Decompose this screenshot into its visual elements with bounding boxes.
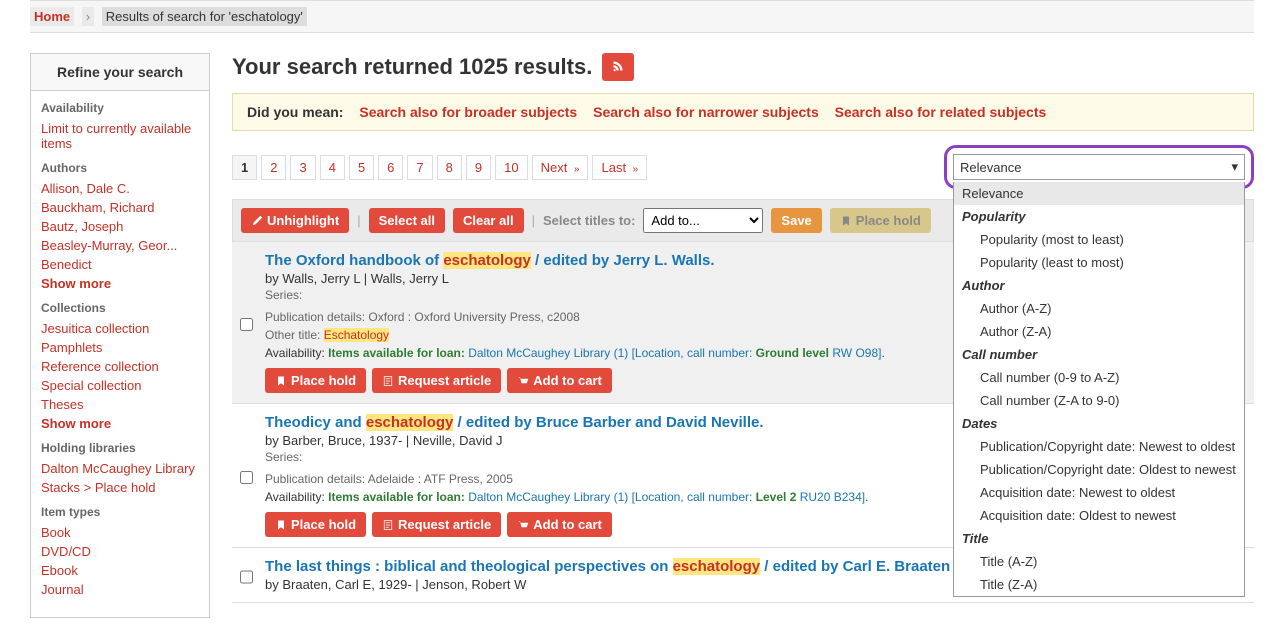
page-link[interactable]: 8 <box>437 155 462 180</box>
dym-broader[interactable]: Search also for broader subjects <box>359 104 577 120</box>
page-link[interactable]: 4 <box>320 155 345 180</box>
facet-item[interactable]: Bauckham, Richard <box>41 200 154 215</box>
select-all-button[interactable]: Select all <box>369 208 445 233</box>
facet-item[interactable]: Book <box>41 525 71 540</box>
facet-item[interactable]: Reference collection <box>41 359 159 374</box>
sort-selected-value: Relevance <box>960 160 1021 175</box>
facet-item[interactable]: Bautz, Joseph <box>41 219 123 234</box>
sort-option[interactable]: Author (Z-A) <box>954 320 1244 343</box>
facet-item[interactable]: Pamphlets <box>41 340 102 355</box>
next-page-link[interactable]: Next » <box>532 155 589 180</box>
breadcrumb-separator: › <box>82 7 94 26</box>
sort-group-label: Popularity <box>954 205 1244 228</box>
facet-item[interactable]: Ebook <box>41 563 78 578</box>
facet-item[interactable]: Allison, Dale C. <box>41 181 130 196</box>
page-link[interactable]: 6 <box>378 155 403 180</box>
add-to-cart-button[interactable]: Add to cart <box>507 368 612 393</box>
facet-item[interactable]: Jesuitica collection <box>41 321 149 336</box>
facet-item[interactable]: Benedict <box>41 257 92 272</box>
facet-item[interactable]: Dalton McCaughey Library <box>41 461 195 476</box>
facet-item[interactable]: Limit to currently available items <box>41 121 191 151</box>
sort-group-label: Author <box>954 274 1244 297</box>
result-checkbox[interactable] <box>240 562 253 592</box>
result-checkbox[interactable] <box>240 418 253 537</box>
unhighlight-button[interactable]: Unhighlight <box>241 208 349 233</box>
sort-option[interactable]: Publication/Copyright date: Oldest to ne… <box>954 458 1244 481</box>
page-link[interactable]: 10 <box>495 155 527 180</box>
facet-item[interactable]: Beasley-Murray, Geor... <box>41 238 177 253</box>
sort-dropdown-list[interactable]: RelevancePopularityPopularity (most to l… <box>953 182 1245 597</box>
save-button[interactable]: Save <box>771 208 821 233</box>
breadcrumb: Home › Results of search for 'eschatolog… <box>30 0 1254 33</box>
sort-option[interactable]: Publication/Copyright date: Newest to ol… <box>954 435 1244 458</box>
sort-option[interactable]: Popularity (most to least) <box>954 228 1244 251</box>
facet-item[interactable]: Theses <box>41 397 84 412</box>
place-hold-button[interactable]: Place hold <box>265 368 366 393</box>
facet-item[interactable]: Stacks > Place hold <box>41 480 156 495</box>
rss-button[interactable] <box>602 53 634 81</box>
pagination: 12345678910Next »Last » <box>232 155 647 180</box>
page-link[interactable]: 9 <box>466 155 491 180</box>
facet-title: Authors <box>41 161 199 175</box>
sort-select[interactable]: Relevance ▾ <box>953 154 1245 180</box>
facet-item[interactable]: Special collection <box>41 378 141 393</box>
results-heading: Your search returned 1025 results. <box>232 54 592 80</box>
dym-related[interactable]: Search also for related subjects <box>835 104 1047 120</box>
sort-option[interactable]: Title (A-Z) <box>954 550 1244 573</box>
sort-option[interactable]: Acquisition date: Oldest to newest <box>954 504 1244 527</box>
page-link[interactable]: 5 <box>349 155 374 180</box>
sort-group-label: Call number <box>954 343 1244 366</box>
facet-item[interactable]: Journal <box>41 582 84 597</box>
facet-title: Collections <box>41 301 199 315</box>
sort-option[interactable]: Popularity (least to most) <box>954 251 1244 274</box>
refine-sidebar: Refine your search Availability Limit to … <box>30 53 210 618</box>
sort-option[interactable]: Call number (Z-A to 9-0) <box>954 389 1244 412</box>
place-hold-button[interactable]: Place hold <box>265 512 366 537</box>
sort-dropdown-wrap: Relevance ▾ RelevancePopularityPopularit… <box>944 145 1254 189</box>
sort-option[interactable]: Title (Z-A) <box>954 573 1244 596</box>
sort-group-label: Dates <box>954 412 1244 435</box>
sort-option[interactable]: Relevance <box>954 182 1244 205</box>
facet-title: Item types <box>41 505 199 519</box>
show-more-link[interactable]: Show more <box>41 416 111 431</box>
add-to-select[interactable]: Add to... <box>643 208 763 233</box>
sort-option[interactable]: Call number (0-9 to A-Z) <box>954 366 1244 389</box>
request-article-button[interactable]: Request article <box>372 512 501 537</box>
sort-option[interactable]: Acquisition date: Newest to oldest <box>954 481 1244 504</box>
sort-group-label: Title <box>954 527 1244 550</box>
page-link[interactable]: 2 <box>261 155 286 180</box>
results-content: Your search returned 1025 results. Did y… <box>232 53 1254 618</box>
select-titles-label: Select titles to: <box>543 213 635 228</box>
clear-all-button[interactable]: Clear all <box>453 208 524 233</box>
page-link[interactable]: 3 <box>290 155 315 180</box>
rss-icon <box>612 60 624 72</box>
sort-option[interactable]: Author (A-Z) <box>954 297 1244 320</box>
breadcrumb-home[interactable]: Home <box>30 7 74 26</box>
request-article-button[interactable]: Request article <box>372 368 501 393</box>
facet-title: Holding libraries <box>41 441 199 455</box>
last-page-link[interactable]: Last » <box>592 155 647 180</box>
show-more-link[interactable]: Show more <box>41 276 111 291</box>
bookmark-icon <box>840 215 852 227</box>
facet-item[interactable]: DVD/CD <box>41 544 91 559</box>
dym-narrower[interactable]: Search also for narrower subjects <box>593 104 819 120</box>
page-link[interactable]: 1 <box>232 155 257 180</box>
result-checkbox[interactable] <box>240 256 253 393</box>
chevron-down-icon: ▾ <box>1231 159 1238 175</box>
dym-label: Did you mean: <box>247 104 343 120</box>
facet-title: Availability <box>41 101 199 115</box>
add-to-cart-button[interactable]: Add to cart <box>507 512 612 537</box>
pencil-icon <box>251 215 263 227</box>
place-hold-button-disabled: Place hold <box>830 208 931 233</box>
sidebar-header: Refine your search <box>31 54 209 91</box>
did-you-mean: Did you mean: Search also for broader su… <box>232 93 1254 131</box>
breadcrumb-current: Results of search for 'eschatology' <box>102 7 307 26</box>
page-link[interactable]: 7 <box>407 155 432 180</box>
